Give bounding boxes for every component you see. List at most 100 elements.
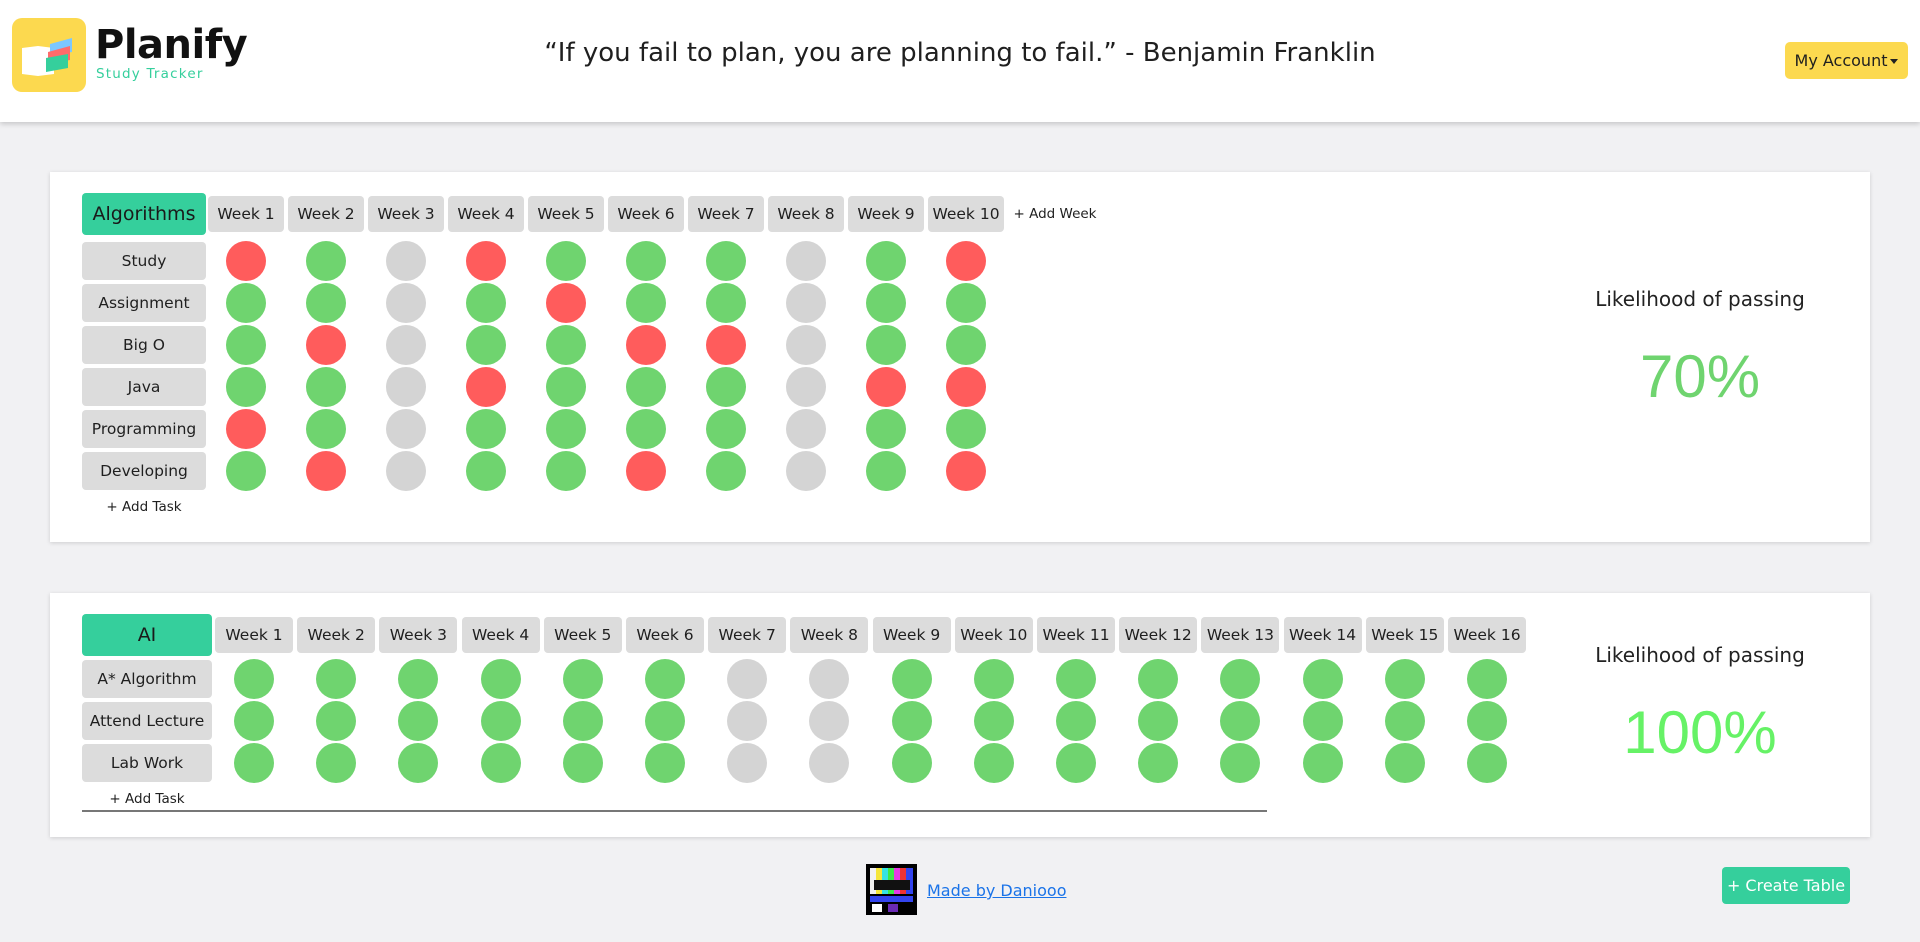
status-dot[interactable] <box>226 409 266 449</box>
add-task-button[interactable]: + Add Task <box>82 790 212 808</box>
week-header[interactable]: Week 2 <box>288 196 364 232</box>
task-label[interactable]: Study <box>82 242 206 280</box>
status-dot[interactable] <box>1302 659 1343 699</box>
status-dot[interactable] <box>480 659 521 699</box>
status-dot[interactable] <box>626 283 666 323</box>
task-label[interactable]: Java <box>82 368 206 406</box>
week-header[interactable]: Week 2 <box>297 617 376 653</box>
week-header[interactable]: Week 6 <box>608 196 684 232</box>
status-dot[interactable] <box>946 283 986 323</box>
status-dot[interactable] <box>786 367 826 407</box>
status-dot[interactable] <box>1302 743 1343 783</box>
status-dot[interactable] <box>316 743 357 783</box>
status-dot[interactable] <box>727 701 768 741</box>
week-header[interactable]: Week 11 <box>1037 617 1115 653</box>
status-dot[interactable] <box>1138 701 1179 741</box>
week-header[interactable]: Week 12 <box>1119 617 1198 653</box>
subject-header[interactable]: AI <box>82 614 212 656</box>
status-dot[interactable] <box>546 367 586 407</box>
status-dot[interactable] <box>1220 701 1261 741</box>
status-dot[interactable] <box>1467 659 1507 699</box>
status-dot[interactable] <box>306 283 346 323</box>
week-header[interactable]: Week 5 <box>528 196 604 232</box>
status-dot[interactable] <box>809 701 850 741</box>
status-dot[interactable] <box>234 659 274 699</box>
status-dot[interactable] <box>946 325 986 365</box>
status-dot[interactable] <box>226 367 266 407</box>
week-header[interactable]: Week 15 <box>1365 617 1444 653</box>
status-dot[interactable] <box>226 283 266 323</box>
status-dot[interactable] <box>1467 701 1507 741</box>
status-dot[interactable] <box>645 743 685 783</box>
status-dot[interactable] <box>466 283 506 323</box>
status-dot[interactable] <box>626 409 666 449</box>
week-header[interactable]: Week 14 <box>1283 617 1362 653</box>
task-label[interactable]: Programming <box>82 410 206 448</box>
status-dot[interactable] <box>466 325 506 365</box>
status-dot[interactable] <box>466 241 506 281</box>
status-dot[interactable] <box>306 451 346 491</box>
status-dot[interactable] <box>466 409 506 449</box>
week-header[interactable]: Week 7 <box>708 617 787 653</box>
status-dot[interactable] <box>809 659 850 699</box>
week-header[interactable]: Week 6 <box>626 617 704 653</box>
status-dot[interactable] <box>706 409 746 449</box>
status-dot[interactable] <box>546 283 586 323</box>
week-header[interactable]: Week 1 <box>208 196 284 232</box>
status-dot[interactable] <box>316 701 357 741</box>
status-dot[interactable] <box>626 241 666 281</box>
status-dot[interactable] <box>786 325 826 365</box>
status-dot[interactable] <box>466 451 506 491</box>
status-dot[interactable] <box>546 241 586 281</box>
my-account-dropdown[interactable]: My Account <box>1785 42 1908 79</box>
status-dot[interactable] <box>1138 743 1179 783</box>
status-dot[interactable] <box>626 367 666 407</box>
status-dot[interactable] <box>466 367 506 407</box>
subject-header[interactable]: Algorithms <box>82 193 206 235</box>
status-dot[interactable] <box>973 701 1014 741</box>
status-dot[interactable] <box>891 701 932 741</box>
status-dot[interactable] <box>706 367 746 407</box>
week-header[interactable]: Week 4 <box>461 617 540 653</box>
status-dot[interactable] <box>809 743 850 783</box>
status-dot[interactable] <box>546 409 586 449</box>
status-dot[interactable] <box>306 409 346 449</box>
task-label[interactable]: Big O <box>82 326 206 364</box>
status-dot[interactable] <box>866 325 906 365</box>
status-dot[interactable] <box>226 241 266 281</box>
status-dot[interactable] <box>1220 743 1261 783</box>
status-dot[interactable] <box>706 241 746 281</box>
status-dot[interactable] <box>727 659 768 699</box>
status-dot[interactable] <box>226 325 266 365</box>
task-label[interactable]: Attend Lecture <box>82 702 212 740</box>
status-dot[interactable] <box>626 325 666 365</box>
status-dot[interactable] <box>398 659 439 699</box>
task-label[interactable]: A* Algorithm <box>82 660 212 698</box>
week-header[interactable]: Week 16 <box>1448 617 1526 653</box>
task-label[interactable]: Lab Work <box>82 744 212 782</box>
status-dot[interactable] <box>891 659 932 699</box>
week-header[interactable]: Week 9 <box>872 617 951 653</box>
status-dot[interactable] <box>1384 743 1425 783</box>
status-dot[interactable] <box>306 241 346 281</box>
status-dot[interactable] <box>1467 743 1507 783</box>
status-dot[interactable] <box>1056 743 1096 783</box>
status-dot[interactable] <box>973 659 1014 699</box>
status-dot[interactable] <box>1056 659 1096 699</box>
status-dot[interactable] <box>786 409 826 449</box>
status-dot[interactable] <box>1138 659 1179 699</box>
week-header[interactable]: Week 9 <box>848 196 924 232</box>
status-dot[interactable] <box>727 743 768 783</box>
status-dot[interactable] <box>645 701 685 741</box>
week-header[interactable]: Week 13 <box>1201 617 1280 653</box>
status-dot[interactable] <box>706 325 746 365</box>
status-dot[interactable] <box>866 241 906 281</box>
create-table-button[interactable]: + Create Table <box>1722 867 1850 904</box>
status-dot[interactable] <box>1220 659 1261 699</box>
week-header[interactable]: Week 10 <box>928 196 1004 232</box>
status-dot[interactable] <box>866 283 906 323</box>
status-dot[interactable] <box>234 701 274 741</box>
status-dot[interactable] <box>546 451 586 491</box>
status-dot[interactable] <box>1384 701 1425 741</box>
task-label[interactable]: Assignment <box>82 284 206 322</box>
